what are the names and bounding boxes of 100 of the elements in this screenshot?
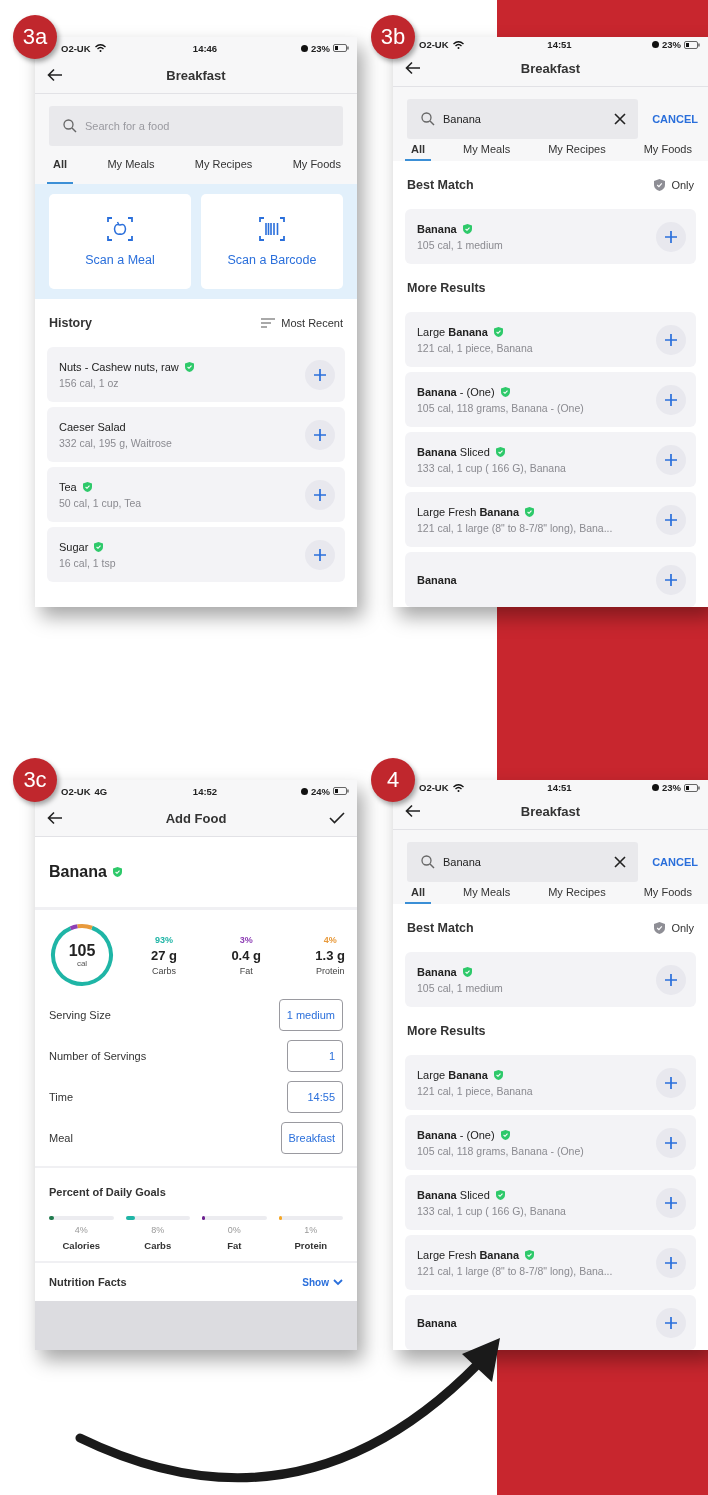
food-card[interactable]: Banana - (One) 105 cal, 118 grams, Banana - (One) xyxy=(405,372,696,427)
section-heading: Best Match xyxy=(407,921,474,935)
value-field[interactable]: 14:55 xyxy=(287,1080,343,1113)
goal-percent: 8% xyxy=(151,1225,165,1235)
category-tab[interactable]: My Foods xyxy=(637,882,698,904)
verified-filter-toggle[interactable]: Only xyxy=(654,179,694,191)
plus-icon xyxy=(664,1255,678,1270)
back-arrow-icon[interactable] xyxy=(47,68,63,82)
food-name: Banana Sliced xyxy=(417,445,490,458)
verified-filter-toggle[interactable]: Only xyxy=(654,922,694,934)
food-card[interactable]: Banana Sliced 133 cal, 1 cup ( 166 G), Banana xyxy=(405,432,696,487)
add-button[interactable] xyxy=(656,324,686,355)
food-card[interactable]: Banana 105 cal, 1 medium xyxy=(405,209,696,264)
food-detail: 105 cal, 1 medium xyxy=(417,238,504,251)
clear-icon[interactable] xyxy=(614,113,627,125)
add-button[interactable] xyxy=(656,221,686,252)
goal-label: Carbs xyxy=(144,1240,172,1251)
scan-option-button[interactable]: Scan a Meal xyxy=(49,194,191,289)
value-field[interactable]: 1 medium xyxy=(278,998,343,1031)
add-button[interactable] xyxy=(656,444,686,475)
search-icon xyxy=(421,855,435,869)
food-card[interactable]: Large Banana 121 cal, 1 piece, Banana xyxy=(405,1055,696,1110)
macro-label: Protein xyxy=(315,965,345,976)
food-name: Caeser Salad xyxy=(59,420,126,433)
checkmark-icon[interactable] xyxy=(329,812,345,824)
category-tab[interactable]: My Meals xyxy=(457,139,517,161)
alarm-icon xyxy=(652,41,659,48)
step-badge: 4 xyxy=(371,758,415,802)
food-name: Large Banana xyxy=(417,325,488,338)
add-button[interactable] xyxy=(305,419,335,450)
plus-icon xyxy=(664,1135,678,1150)
search-field[interactable]: Banana xyxy=(407,99,639,139)
add-button[interactable] xyxy=(656,964,686,995)
plus-icon xyxy=(664,1315,678,1330)
field-label: Time xyxy=(49,1090,74,1103)
clear-icon[interactable] xyxy=(614,856,627,868)
category-tab[interactable]: My Recipes xyxy=(188,146,259,184)
food-card[interactable]: Banana xyxy=(405,552,696,607)
food-card[interactable]: Banana xyxy=(405,1295,696,1350)
sort-icon xyxy=(261,318,276,328)
plus-icon xyxy=(313,427,327,442)
food-card[interactable]: Caeser Salad 332 cal, 195 g, Waitrose xyxy=(47,407,345,462)
battery-percent: 23% xyxy=(662,39,681,50)
battery-icon xyxy=(684,40,700,49)
back-arrow-icon[interactable] xyxy=(405,804,421,818)
search-field[interactable]: Banana xyxy=(407,842,639,882)
apple-scan-icon xyxy=(107,216,133,241)
add-button[interactable] xyxy=(656,1067,686,1098)
category-tab[interactable]: My Foods xyxy=(637,139,698,161)
alarm-icon xyxy=(652,784,659,791)
food-card[interactable]: Large Fresh Banana 121 cal, 1 large (8" to 8-7/8" long), Bana... xyxy=(405,1235,696,1290)
category-tab[interactable]: My Meals xyxy=(101,146,161,184)
add-button[interactable] xyxy=(656,384,686,415)
food-card[interactable]: Large Banana 121 cal, 1 piece, Banana xyxy=(405,312,696,367)
category-tab[interactable]: All xyxy=(405,882,432,904)
plus-icon xyxy=(664,229,678,244)
screen-title: Add Food xyxy=(164,810,228,826)
back-arrow-icon[interactable] xyxy=(47,811,63,825)
value-field[interactable]: Breakfast xyxy=(280,1121,343,1154)
carrier-name: O2-UK xyxy=(419,782,449,793)
food-card[interactable]: Banana 105 cal, 1 medium xyxy=(405,952,696,1007)
sort-button[interactable]: Most Recent xyxy=(261,317,343,329)
food-card[interactable]: Banana Sliced 133 cal, 1 cup ( 166 G), Banana xyxy=(405,1175,696,1230)
food-card[interactable]: Sugar 16 cal, 1 tsp xyxy=(47,527,345,582)
carrier-name: O2-UK xyxy=(61,42,91,54)
show-link[interactable]: Show xyxy=(302,1276,343,1288)
value-field[interactable]: 1 xyxy=(287,1039,343,1072)
food-card[interactable]: Nuts - Cashew nuts, raw 156 cal, 1 oz xyxy=(47,347,345,402)
add-button[interactable] xyxy=(305,359,335,390)
scan-option-button[interactable]: Scan a Barcode xyxy=(201,194,343,289)
macro-percent: 3% xyxy=(239,934,253,945)
category-tab[interactable]: My Recipes xyxy=(542,882,612,904)
add-button[interactable] xyxy=(656,564,686,595)
food-detail: 156 cal, 1 oz xyxy=(59,376,120,389)
goal-percent: 1% xyxy=(304,1225,318,1235)
cancel-link[interactable]: CANCEL xyxy=(652,113,698,125)
add-button[interactable] xyxy=(656,1307,686,1338)
food-card[interactable]: Large Fresh Banana 121 cal, 1 large (8" to 8-7/8" long), Bana... xyxy=(405,492,696,547)
field-label: Meal xyxy=(49,1131,73,1144)
add-button[interactable] xyxy=(305,539,335,570)
add-button[interactable] xyxy=(305,479,335,510)
battery-icon xyxy=(684,783,700,792)
food-card[interactable]: Banana - (One) 105 cal, 118 grams, Banana - (One) xyxy=(405,1115,696,1170)
add-button[interactable] xyxy=(656,1247,686,1278)
back-arrow-icon[interactable] xyxy=(405,61,421,75)
cancel-link[interactable]: CANCEL xyxy=(652,856,698,868)
goal-label: Protein xyxy=(294,1240,328,1251)
add-button[interactable] xyxy=(656,504,686,535)
add-button[interactable] xyxy=(656,1127,686,1158)
category-tab[interactable]: My Foods xyxy=(286,146,347,184)
alarm-icon xyxy=(301,787,308,795)
food-card[interactable]: Tea 50 cal, 1 cup, Tea xyxy=(47,467,345,522)
food-name: Large Fresh Banana xyxy=(417,505,520,518)
screen-title: Breakfast xyxy=(165,67,227,83)
category-tab[interactable]: All xyxy=(405,139,432,161)
status-time: 14:51 xyxy=(547,39,572,50)
category-tab[interactable]: My Recipes xyxy=(542,139,612,161)
goal-label: Calories xyxy=(62,1240,100,1251)
category-tab[interactable]: My Meals xyxy=(457,882,517,904)
add-button[interactable] xyxy=(656,1187,686,1218)
